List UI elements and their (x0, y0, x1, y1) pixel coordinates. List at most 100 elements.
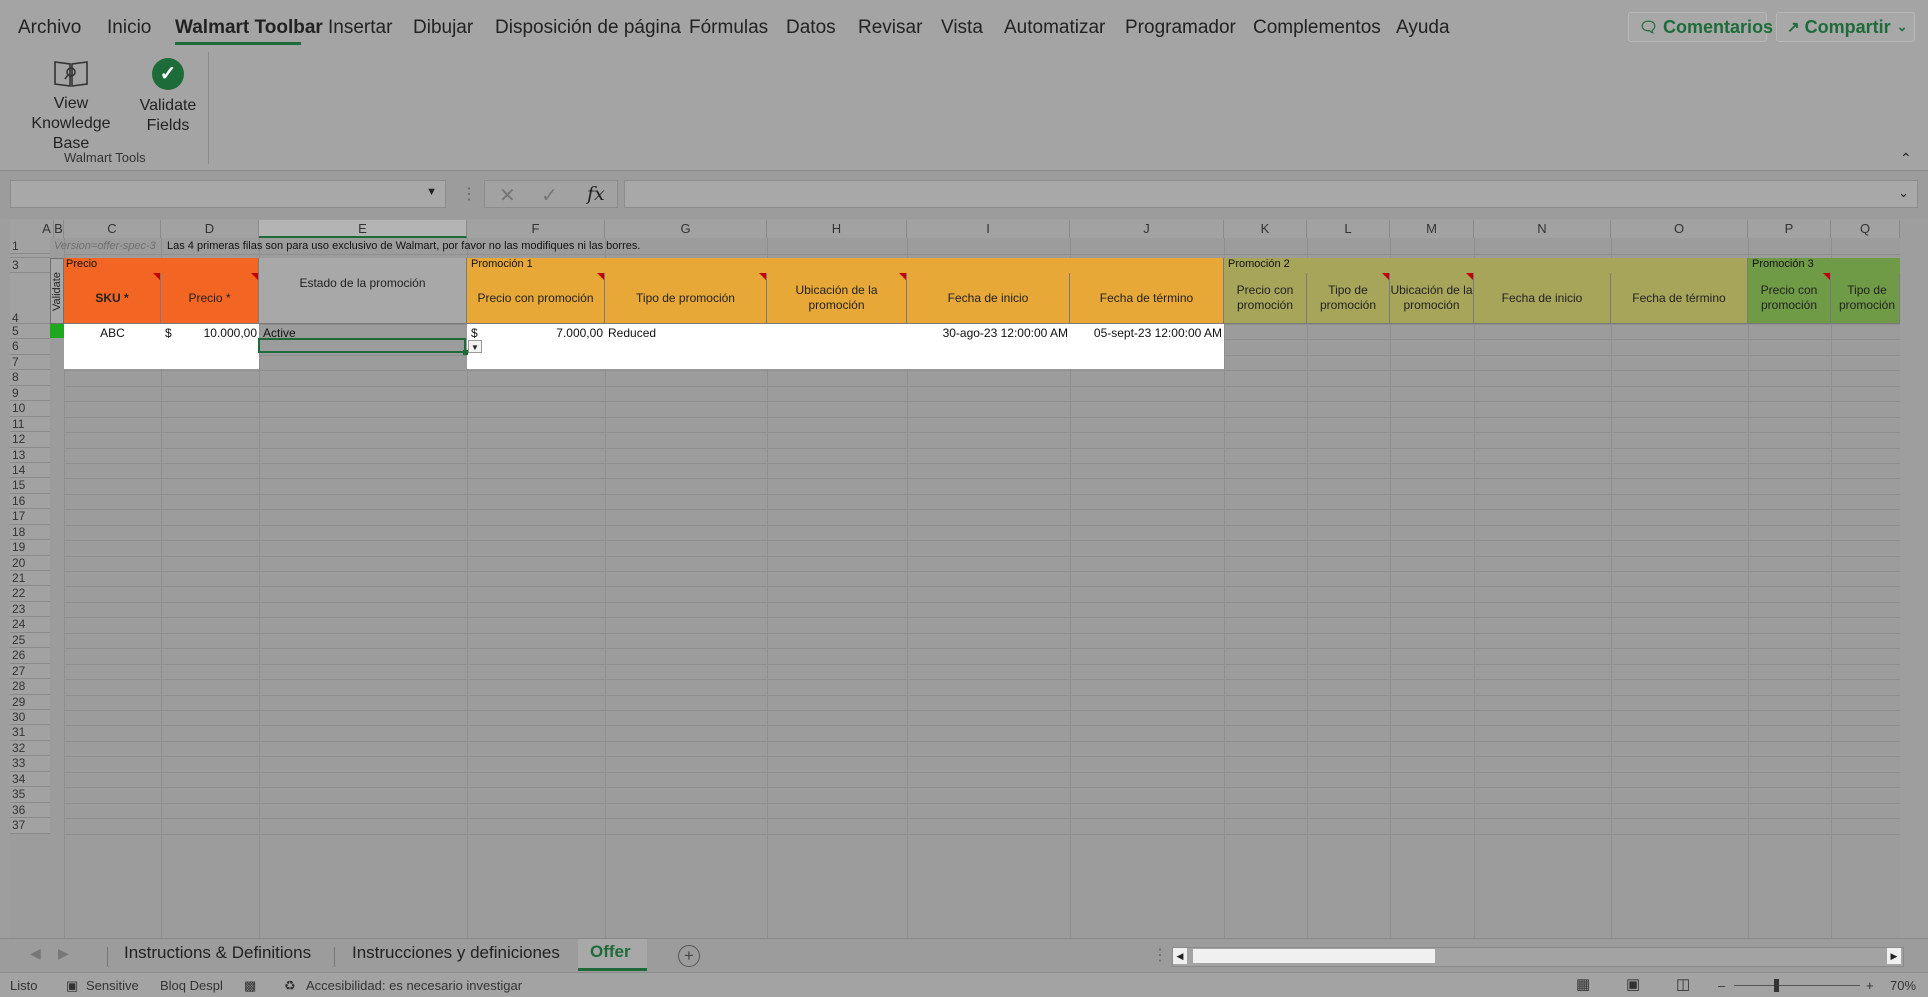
zoom-level[interactable]: 70% (1890, 978, 1916, 993)
row-header[interactable]: 28 (10, 679, 50, 695)
row-header[interactable]: 35 (10, 787, 50, 803)
row-header[interactable]: 12 (10, 432, 50, 448)
column-header-j[interactable]: J (1070, 220, 1224, 238)
tab-dibujar[interactable]: Dibujar (413, 17, 473, 39)
comments-button[interactable]: 🗨 Comentarios (1628, 12, 1773, 42)
row-header[interactable]: 34 (10, 771, 50, 788)
column-header-p[interactable]: P (1748, 220, 1831, 238)
row-header[interactable]: 26 (10, 648, 50, 664)
macro-record-icon[interactable]: ▩ (244, 978, 256, 994)
column-header-g[interactable]: G (605, 220, 767, 238)
header-p2-precio[interactable]: Precio con promoción (1224, 273, 1307, 324)
row-header[interactable]: 37 (10, 818, 50, 834)
sheet-tab-instrucciones[interactable]: Instrucciones y definiciones (352, 943, 560, 963)
group-promo1[interactable]: Promoción 1 (467, 258, 1224, 273)
row-header[interactable]: 33 (10, 756, 50, 772)
header-p2-ubicacion[interactable]: Ubicación de la promoción (1390, 273, 1474, 324)
row-header[interactable]: 23 (10, 601, 50, 618)
formula-input[interactable]: ⌄ (624, 180, 1918, 208)
row-header[interactable]: 5 (10, 324, 50, 340)
page-layout-icon[interactable]: ▣ (1626, 975, 1640, 993)
header-p1-tipo[interactable]: Tipo de promoción (605, 273, 767, 324)
column-header-e[interactable]: E (259, 220, 467, 238)
sheet-tab-instructions[interactable]: Instructions & Definitions (124, 943, 311, 963)
collapse-ribbon-icon[interactable]: ⌃ (1900, 150, 1912, 167)
header-p1-termino[interactable]: Fecha de término (1070, 273, 1224, 324)
column-header-q[interactable]: Q (1831, 220, 1900, 238)
column-header-c[interactable]: C (64, 220, 161, 238)
column-header-i[interactable]: I (907, 220, 1070, 238)
zoom-out-icon[interactable]: – (1718, 978, 1725, 993)
row-header[interactable]: 13 (10, 447, 50, 463)
header-sku[interactable]: SKU * (64, 273, 161, 324)
row-header[interactable]: 21 (10, 571, 50, 587)
dropdown-arrow-icon[interactable]: ▼ (468, 340, 482, 353)
scroll-left-icon[interactable]: ◀ (1173, 948, 1187, 964)
cell-p1-tipo[interactable]: Reduced (608, 326, 764, 340)
tab-vista[interactable]: Vista (941, 17, 983, 39)
tab-archivo[interactable]: Archivo (18, 17, 81, 39)
row-header[interactable]: 17 (10, 509, 50, 525)
header-p1-precio[interactable]: Precio con promoción (467, 273, 605, 324)
column-header-n[interactable]: N (1474, 220, 1611, 238)
header-p2-inicio[interactable]: Fecha de inicio (1474, 273, 1611, 324)
zoom-slider-thumb[interactable] (1774, 979, 1779, 992)
tab-inicio[interactable]: Inicio (107, 17, 151, 39)
column-header-k[interactable]: K (1224, 220, 1307, 238)
tab-ayuda[interactable]: Ayuda (1396, 17, 1450, 39)
header-p2-tipo[interactable]: Tipo de promoción (1307, 273, 1390, 324)
prev-sheet-icon[interactable]: ◀ (30, 945, 41, 962)
header-p2-termino[interactable]: Fecha de término (1611, 273, 1748, 324)
group-promo3[interactable]: Promoción 3 (1748, 258, 1900, 273)
sensitivity-icon[interactable]: ▣ (66, 978, 78, 994)
row-header[interactable]: 16 (10, 493, 50, 510)
row-header[interactable]: 9 (10, 385, 50, 402)
row-header[interactable]: 24 (10, 617, 50, 633)
header-estado[interactable]: Estado de la promoción (259, 258, 467, 324)
row-header[interactable]: 7 (10, 354, 50, 371)
header-p3-precio[interactable]: Precio con promoción (1748, 273, 1831, 324)
tab-datos[interactable]: Datos (786, 17, 836, 39)
name-box[interactable]: ▼ (10, 180, 446, 208)
row-header[interactable]: 3 (10, 258, 50, 273)
row-header[interactable]: 19 (10, 540, 50, 556)
column-header-d[interactable]: D (161, 220, 259, 238)
normal-view-icon[interactable]: ▦ (1576, 975, 1590, 993)
worksheet-grid[interactable]: A B C D E F G H I J K L M N O P Q 134567… (10, 220, 1900, 938)
row-header[interactable]: 1 (10, 238, 50, 254)
row-header[interactable]: 25 (10, 632, 50, 649)
column-header-b[interactable]: B (54, 220, 64, 238)
header-p1-ubicacion[interactable]: Ubicación de la promoción (767, 273, 907, 324)
row-header[interactable]: 27 (10, 663, 50, 680)
zoom-slider[interactable] (1734, 985, 1860, 986)
active-cell-e6[interactable] (258, 338, 466, 353)
row-header[interactable]: 8 (10, 370, 50, 386)
cancel-icon[interactable]: ✕ (499, 183, 516, 208)
row-header[interactable]: 22 (10, 586, 50, 602)
cell-precio[interactable]: 10.000,00 (175, 326, 257, 340)
cell-p1-inicio[interactable]: 30-ago-23 12:00:00 AM (907, 326, 1068, 340)
scroll-right-icon[interactable]: ▶ (1887, 948, 1901, 964)
tab-formulas[interactable]: Fórmulas (689, 17, 768, 39)
add-sheet-icon[interactable]: + (678, 945, 700, 967)
function-icon[interactable]: fx (587, 183, 605, 205)
tab-programador[interactable]: Programador (1125, 17, 1236, 39)
confirm-icon[interactable]: ✓ (541, 183, 558, 208)
cell-p1-termino[interactable]: 05-sept-23 12:00:00 AM (1070, 326, 1222, 340)
row-header[interactable]: 32 (10, 740, 50, 757)
tab-walmart-toolbar[interactable]: Walmart Toolbar (175, 17, 323, 39)
column-header-a[interactable]: A (40, 220, 54, 238)
row-header[interactable]: 11 (10, 416, 50, 433)
row-header[interactable]: 36 (10, 802, 50, 819)
share-button[interactable]: ↗ Compartir ⌄ (1776, 12, 1915, 42)
row-header[interactable]: 20 (10, 555, 50, 572)
row-header[interactable]: 29 (10, 694, 50, 710)
header-p1-inicio[interactable]: Fecha de inicio (907, 273, 1070, 324)
tab-automatizar[interactable]: Automatizar (1004, 17, 1105, 39)
zoom-in-icon[interactable]: + (1866, 978, 1874, 993)
sheet-tab-offer[interactable]: Offer (578, 939, 647, 971)
row-header[interactable]: 30 (10, 710, 50, 726)
expand-formula-icon[interactable]: ⌄ (1898, 185, 1909, 201)
accessibility-icon[interactable]: ♻ (284, 978, 296, 994)
column-header-h[interactable]: H (767, 220, 907, 238)
